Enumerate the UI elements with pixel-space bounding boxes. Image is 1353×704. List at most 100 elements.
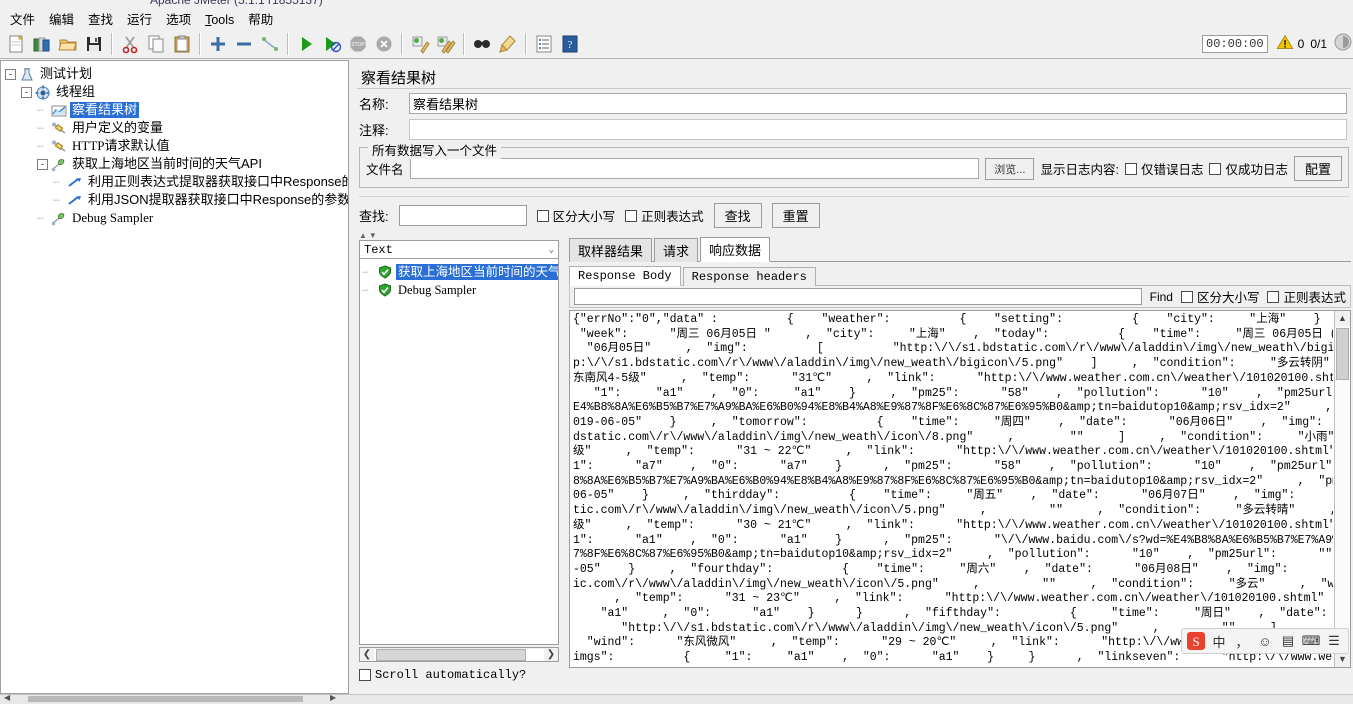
- help-icon[interactable]: ?: [557, 31, 583, 57]
- clear-icon[interactable]: [407, 31, 433, 57]
- response-body-line: 1": "a1" , "0": "a1" } , "pm25": "\/\/ww…: [573, 533, 1333, 547]
- tree-node[interactable]: - 线程组: [5, 83, 348, 101]
- scroll-left-arrow[interactable]: ❮: [360, 649, 374, 660]
- response-find-case-checkbox[interactable]: 区分大小写: [1180, 287, 1259, 306]
- tree-node[interactable]: ┈ 察看结果树: [5, 101, 348, 119]
- errors-only-checkbox[interactable]: 仅错误日志: [1124, 159, 1203, 178]
- clear-all-icon[interactable]: [433, 31, 459, 57]
- checkbox-box[interactable]: [1124, 162, 1137, 175]
- new-icon[interactable]: [3, 31, 29, 57]
- hscroll-thumb[interactable]: [376, 648, 526, 661]
- tree-expander-icon[interactable]: -: [37, 158, 48, 170]
- result-list-item[interactable]: ┈ 获取上海地区当前时间的天气: [362, 263, 558, 281]
- scroll-right-arrow[interactable]: ❯: [544, 649, 558, 660]
- punctuation-icon[interactable]: ，: [1232, 631, 1252, 651]
- result-list-item[interactable]: ┈ Debug Sampler: [362, 281, 556, 299]
- tab-response-data[interactable]: 响应数据: [700, 237, 771, 262]
- test-plan-tree[interactable]: - 测试计划 - 线程组 ┈ 察看结果树 ┈ 用户定义的变量 ┈ HTTP请求默认值 - 获取上海地区…: [1, 61, 348, 227]
- tab-response-headers[interactable]: Response headers: [682, 267, 816, 286]
- bottom-scroll-thumb[interactable]: [28, 696, 303, 702]
- tree-node[interactable]: ┈ Debug Sampler: [5, 209, 348, 227]
- bottom-scroll-strip[interactable]: ◀ ▶: [0, 693, 1353, 704]
- checkbox-box[interactable]: [359, 669, 371, 681]
- tree-expander-icon[interactable]: -: [5, 68, 16, 80]
- start-icon[interactable]: [293, 31, 319, 57]
- split-collapse-handle[interactable]: ▲▼: [359, 231, 1353, 240]
- scroll-automatically-checkbox[interactable]: Scroll automatically?: [359, 668, 559, 682]
- hscroll-track[interactable]: [374, 648, 544, 661]
- templates-icon[interactable]: [29, 31, 55, 57]
- tree-expander-icon[interactable]: -: [21, 86, 32, 98]
- start-no-pause-icon[interactable]: [319, 31, 345, 57]
- menu-edit[interactable]: 编辑: [43, 12, 80, 29]
- renderer-select[interactable]: Text ⌄: [359, 240, 559, 259]
- sogou-ime-icon[interactable]: S: [1186, 631, 1206, 651]
- filename-row: 文件名 浏览... 显示日志内容: 仅错误日志 仅成功日志 配置: [366, 156, 1342, 181]
- collapse-all-icon[interactable]: [231, 31, 257, 57]
- response-find-regex-checkbox[interactable]: 正则表达式: [1267, 287, 1346, 306]
- tab-response-body[interactable]: Response Body: [569, 266, 681, 286]
- chinese-mode-icon[interactable]: 中: [1209, 631, 1229, 651]
- name-input[interactable]: [409, 92, 1347, 114]
- result-list-hscrollbar[interactable]: ❮ ❯: [359, 647, 559, 662]
- search-icon[interactable]: [469, 31, 495, 57]
- search-regex-checkbox[interactable]: 正则表达式: [625, 206, 704, 225]
- menu-file[interactable]: 文件: [4, 12, 41, 29]
- filename-input[interactable]: [409, 158, 980, 179]
- tree-node[interactable]: ┈ 用户定义的变量: [5, 119, 348, 137]
- tree-node[interactable]: - 测试计划: [5, 65, 348, 83]
- emoji-icon[interactable]: ☺: [1255, 631, 1275, 651]
- response-body-viewer[interactable]: {"errNo":"0","data" : { "weather": { "se…: [569, 310, 1351, 668]
- menu-help[interactable]: 帮助: [242, 12, 279, 29]
- tree-node[interactable]: ┈ 利用JSON提取器获取接口中Response的参数值: [5, 191, 348, 209]
- checkbox-box[interactable]: [536, 209, 549, 222]
- comment-input[interactable]: [409, 118, 1347, 140]
- tab-sampler-result[interactable]: 取样器结果: [569, 238, 653, 262]
- keyboard-icon[interactable]: ⌨: [1301, 631, 1321, 651]
- tree-node[interactable]: ┈ HTTP请求默认值: [5, 137, 348, 155]
- vscroll-track[interactable]: [1335, 326, 1350, 652]
- browse-button[interactable]: 浏览...: [985, 157, 1035, 180]
- response-body-text[interactable]: {"errNo":"0","data" : { "weather": { "se…: [570, 311, 1333, 667]
- copy-icon[interactable]: [143, 31, 169, 57]
- scroll-up-arrow[interactable]: ▲: [1335, 311, 1350, 326]
- sample-result-tree[interactable]: ┈ 获取上海地区当前时间的天气 ┈ Debug Sampler: [359, 259, 559, 645]
- menu-tools[interactable]: Tools: [199, 12, 240, 29]
- test-plan-tree-pane[interactable]: - 测试计划 - 线程组 ┈ 察看结果树 ┈ 用户定义的变量 ┈ HTTP请求默认值 - 获取上海地区…: [0, 60, 349, 694]
- warning-icon[interactable]: [1276, 34, 1294, 54]
- scroll-down-arrow[interactable]: ▼: [1335, 652, 1350, 667]
- menu-search[interactable]: 查找: [82, 12, 119, 29]
- shutdown-icon[interactable]: [371, 31, 397, 57]
- stop-icon[interactable]: STOP: [345, 31, 371, 57]
- checkbox-box[interactable]: [1267, 290, 1280, 303]
- find-button[interactable]: 查找: [713, 203, 762, 228]
- menu-run[interactable]: 运行: [121, 12, 158, 29]
- menu-options[interactable]: 选项: [160, 12, 197, 29]
- response-find-input[interactable]: [574, 288, 1142, 305]
- open-icon[interactable]: [55, 31, 81, 57]
- reset-search-icon[interactable]: [495, 31, 521, 57]
- checkbox-box[interactable]: [1209, 162, 1222, 175]
- menu-icon[interactable]: ☰: [1324, 631, 1344, 651]
- tree-node[interactable]: - 获取上海地区当前时间的天气API: [5, 155, 348, 173]
- function-helper-icon[interactable]: [531, 31, 557, 57]
- bottom-scroll-left-arrow[interactable]: ◀: [4, 693, 10, 702]
- tree-node[interactable]: ┈ 利用正则表达式提取器获取接口中Response的参数值: [5, 173, 348, 191]
- search-case-sensitive-checkbox[interactable]: 区分大小写: [536, 206, 615, 225]
- checkbox-box[interactable]: [625, 209, 638, 222]
- toggle-icon[interactable]: [257, 31, 283, 57]
- response-vscrollbar[interactable]: ▲ ▼: [1334, 311, 1350, 667]
- tab-request[interactable]: 请求: [654, 238, 699, 262]
- save-icon[interactable]: [81, 31, 107, 57]
- bottom-scroll-right-arrow[interactable]: ▶: [330, 693, 336, 702]
- toolbox-icon[interactable]: ▤: [1278, 631, 1298, 651]
- paste-icon[interactable]: [169, 31, 195, 57]
- success-only-checkbox[interactable]: 仅成功日志: [1209, 159, 1288, 178]
- checkbox-box[interactable]: [1180, 290, 1193, 303]
- reset-button[interactable]: 重置: [771, 203, 820, 228]
- configure-button[interactable]: 配置: [1293, 156, 1342, 181]
- cut-icon[interactable]: [117, 31, 143, 57]
- vscroll-thumb[interactable]: [1336, 328, 1349, 380]
- search-input[interactable]: [398, 205, 527, 226]
- expand-all-icon[interactable]: [205, 31, 231, 57]
